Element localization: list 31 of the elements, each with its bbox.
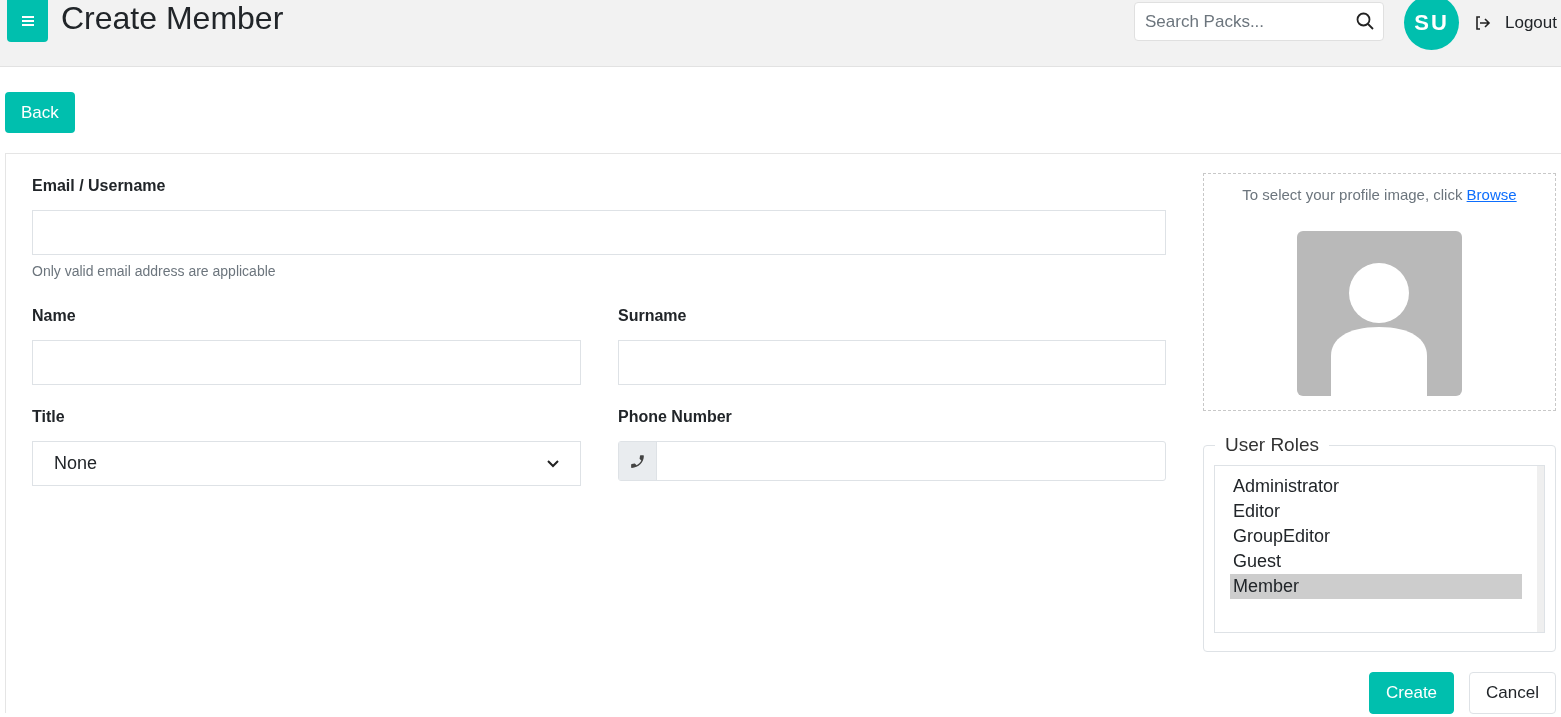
role-option[interactable]: Administrator [1230, 473, 1522, 499]
field-label: Title [32, 407, 65, 427]
help-text: Only valid email address are applicable [32, 262, 276, 281]
role-option[interactable]: Member [1230, 573, 1522, 599]
logout-link[interactable]: Logout [1475, 10, 1557, 36]
logout-icon [1475, 15, 1491, 30]
field-label: Email / Username [32, 176, 166, 196]
upload-instructions: To select your profile image, click Browse [1242, 185, 1517, 205]
phone-icon [629, 452, 646, 470]
field-label: Surname [618, 306, 687, 326]
role-option[interactable]: Editor [1230, 498, 1522, 524]
surname-field[interactable] [618, 340, 1166, 385]
avatar-placeholder-icon [1297, 230, 1462, 396]
title-select[interactable]: None [32, 441, 581, 486]
page-title: Create Member [61, 0, 284, 37]
role-option[interactable]: GroupEditor [1230, 523, 1522, 549]
roles-listbox[interactable]: Administrator Editor GroupEditor Guest Member [1214, 464, 1545, 633]
browse-link[interactable]: Browse [1466, 186, 1517, 203]
panel-legend: User Roles [1215, 431, 1329, 460]
menu-button[interactable] [7, 0, 48, 42]
field-label: Name [32, 306, 76, 326]
cancel-button[interactable]: Cancel [1469, 672, 1556, 714]
chevron-down-icon [547, 459, 559, 468]
name-field[interactable] [32, 340, 581, 385]
field-label: Phone Number [618, 407, 732, 427]
phone-field[interactable] [618, 441, 1166, 481]
role-option[interactable]: Guest [1230, 548, 1522, 574]
menu-icon [21, 15, 34, 27]
email-field[interactable] [32, 210, 1166, 255]
search-icon [1356, 12, 1374, 30]
search-field[interactable]: Search Packs... [1134, 2, 1384, 41]
